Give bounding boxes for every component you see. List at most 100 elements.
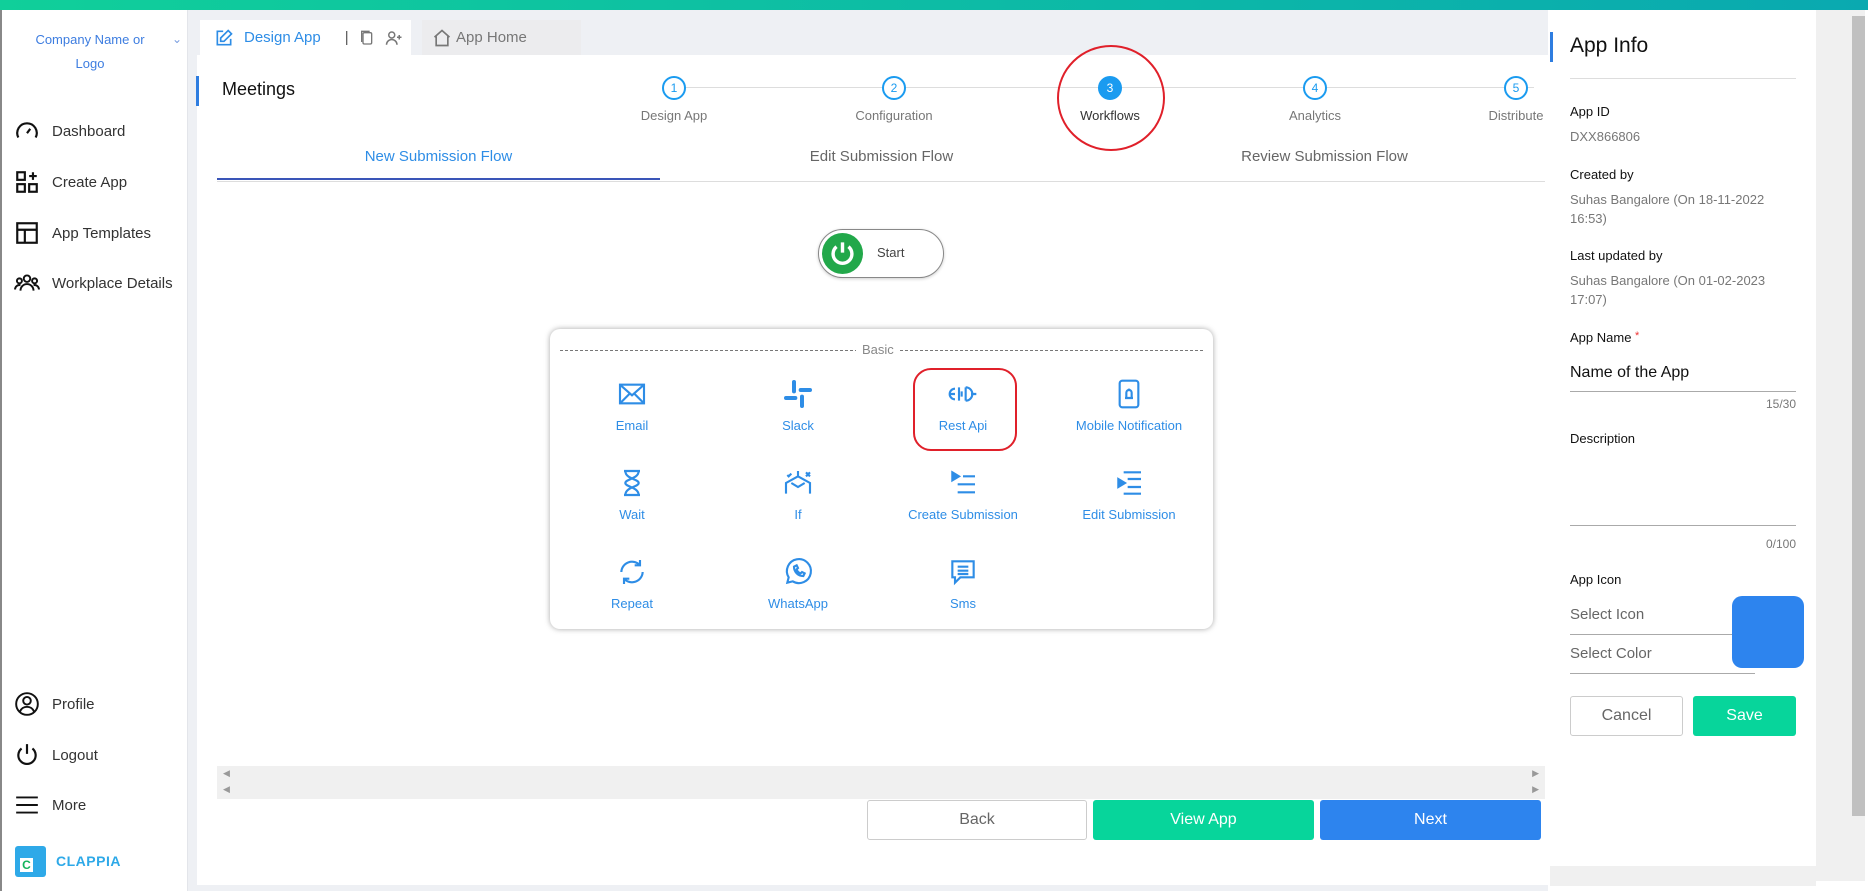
next-button[interactable]: Next xyxy=(1320,800,1541,840)
menu-icon xyxy=(16,796,38,814)
subtab-divider xyxy=(217,181,1545,182)
sidebar-item-logout[interactable]: Logout xyxy=(14,742,98,768)
tab-label: App Home xyxy=(456,29,527,46)
sidebar-item-create-app[interactable]: Create App xyxy=(14,169,127,195)
tab-design-app[interactable]: Design App | xyxy=(200,20,411,55)
sidebar-item-more[interactable]: More xyxy=(14,792,86,818)
tab-new-submission-flow[interactable]: New Submission Flow xyxy=(217,148,660,180)
view-app-button[interactable]: View App xyxy=(1093,800,1314,840)
step-label: Design App xyxy=(640,108,708,123)
node-repeat[interactable]: Repeat xyxy=(552,556,712,611)
node-label: Create Submission xyxy=(908,507,1018,522)
sidebar-item-app-templates[interactable]: App Templates xyxy=(14,220,151,246)
description-label: Description xyxy=(1570,431,1636,446)
slack-icon xyxy=(784,380,812,408)
node-edit-submission[interactable]: Edit Submission xyxy=(1049,467,1209,522)
copy-icon[interactable] xyxy=(359,29,375,47)
whatsapp-icon xyxy=(785,558,812,585)
created-by-value: Suhas Bangalore (On 18-11-2022 16:53) xyxy=(1570,192,1765,226)
input-underline xyxy=(1570,525,1796,526)
sidebar: Company Name or Logo ⌄ Dashboard Create … xyxy=(0,10,188,891)
panel-horizontal-scrollbar[interactable] xyxy=(1550,866,1816,886)
page-scrollbar[interactable] xyxy=(1852,10,1865,881)
required-marker: * xyxy=(1635,330,1640,342)
sidebar-item-profile[interactable]: Profile xyxy=(14,691,95,717)
input-underline xyxy=(1570,391,1796,392)
sidebar-item-label: Logout xyxy=(52,746,98,764)
template-icon xyxy=(16,222,38,244)
app-name-label: App Name xyxy=(1570,330,1632,345)
sidebar-item-dashboard[interactable]: Dashboard xyxy=(14,118,125,144)
brand-name: CLAPPIA xyxy=(56,853,121,869)
page-title: Meetings xyxy=(222,79,296,99)
chevron-down-icon[interactable]: ⌄ xyxy=(172,32,182,46)
description-input[interactable] xyxy=(1570,452,1796,525)
select-color-label: Select Color xyxy=(1570,645,1652,662)
step-number: 2 xyxy=(882,76,906,100)
node-slack[interactable]: Slack xyxy=(718,378,878,433)
gauge-icon xyxy=(16,122,38,138)
highlight-box xyxy=(913,368,1017,451)
step-number: 4 xyxy=(1303,76,1327,100)
horizontal-scrollbar[interactable]: ◀ ◀ ▶ ▶ xyxy=(217,766,1545,799)
tab-app-home[interactable]: App Home xyxy=(422,20,581,55)
select-icon-label: Select Icon xyxy=(1570,606,1645,623)
step-number: 5 xyxy=(1504,76,1528,100)
save-button[interactable]: Save xyxy=(1693,696,1796,736)
edit-submission-icon xyxy=(1117,471,1141,495)
sidebar-item-label: Workplace Details xyxy=(52,274,173,292)
step-analytics[interactable]: 4 Analytics xyxy=(1245,76,1385,123)
mobile-notification-icon xyxy=(1118,379,1140,409)
node-sms[interactable]: Sms xyxy=(883,556,1043,611)
node-label: Wait xyxy=(619,507,645,522)
sidebar-item-label: More xyxy=(52,796,87,814)
step-label: Distribute xyxy=(1488,108,1544,123)
sidebar-item-label: App Templates xyxy=(52,224,151,242)
start-label: Start xyxy=(877,245,905,260)
node-label: Edit Submission xyxy=(1082,507,1176,522)
app-id-label: App ID xyxy=(1570,104,1610,119)
tab-edit-submission-flow[interactable]: Edit Submission Flow xyxy=(660,148,1103,165)
app-name-counter: 15/30 xyxy=(1765,397,1796,411)
step-design-app[interactable]: 1 Design App xyxy=(604,76,744,123)
add-user-icon[interactable] xyxy=(385,29,403,47)
step-distribute[interactable]: 5 Distribute xyxy=(1486,76,1546,123)
title-accent xyxy=(196,76,199,106)
app-name-input[interactable]: Name of the App xyxy=(1570,364,1796,382)
top-accent-bar xyxy=(0,0,1868,10)
start-node[interactable]: Start xyxy=(818,229,944,278)
node-create-submission[interactable]: Create Submission xyxy=(883,467,1043,522)
grid-plus-icon xyxy=(16,171,38,193)
panel-scrollbar[interactable] xyxy=(1816,10,1852,881)
step-configuration[interactable]: 2 Configuration xyxy=(824,76,964,123)
repeat-icon xyxy=(620,560,644,584)
sidebar-item-workplace-details[interactable]: Workplace Details xyxy=(14,270,173,296)
node-whatsapp[interactable]: WhatsApp xyxy=(718,556,878,611)
sidebar-item-label: Dashboard xyxy=(52,122,126,140)
app-id-value: DXX866806 xyxy=(1570,129,1641,144)
email-icon xyxy=(618,383,646,405)
divider xyxy=(1570,78,1796,79)
wait-icon xyxy=(624,469,640,497)
node-label: If xyxy=(794,507,802,522)
tab-label: Design App xyxy=(244,29,321,46)
step-label: Configuration xyxy=(855,108,933,123)
app-icon-label: App Icon xyxy=(1570,572,1622,587)
panel-accent xyxy=(1550,32,1553,62)
select-color-dropdown[interactable]: Select Color⌄ xyxy=(1570,645,1755,674)
tab-review-submission-flow[interactable]: Review Submission Flow xyxy=(1103,148,1546,165)
node-if[interactable]: If xyxy=(718,467,878,522)
node-mobile-notification[interactable]: Mobile Notification xyxy=(1049,378,1209,433)
company-logo-text[interactable]: Company Name or Logo xyxy=(20,28,160,76)
node-wait[interactable]: Wait xyxy=(552,467,712,522)
select-icon-dropdown[interactable]: Select Icon⌄ xyxy=(1570,606,1755,635)
users-icon xyxy=(14,274,40,291)
node-email[interactable]: Email xyxy=(552,378,712,433)
step-number: 1 xyxy=(662,76,686,100)
app-icon-preview xyxy=(1732,596,1804,668)
power-icon xyxy=(17,744,37,766)
cancel-button[interactable]: Cancel xyxy=(1570,696,1683,736)
node-label: Slack xyxy=(782,418,814,433)
create-submission-icon xyxy=(951,470,975,494)
back-button[interactable]: Back xyxy=(867,800,1087,840)
